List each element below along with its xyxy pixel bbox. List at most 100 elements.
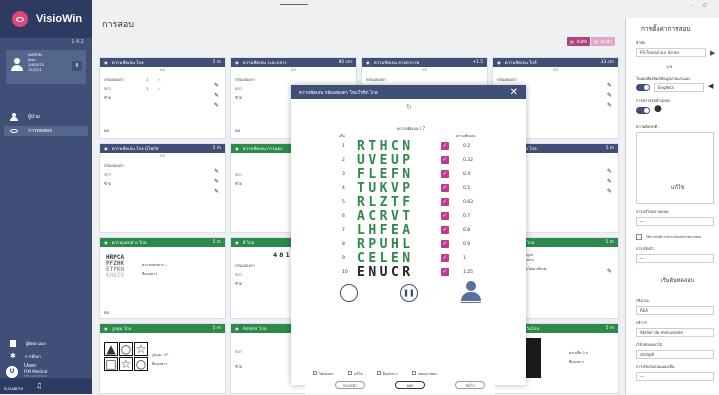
speaker-icon[interactable]: ◀ <box>708 82 713 90</box>
sidebar: VisioWin 1.4.2 MARTIN Jean 2/6/2022 12/2… <box>0 0 92 394</box>
anomaly-textarea[interactable] <box>636 132 714 204</box>
test-card[interactable]: ◉ ความแตกต่าง ไกล 5 m HRPCA PFZHK ETPKN KH… <box>99 237 226 319</box>
edit-icon[interactable]: ✎ <box>607 92 612 99</box>
star-icon: ☆ <box>119 357 133 371</box>
nav-label: การตั้งค่า <box>24 353 42 359</box>
eye-icon: ◉ <box>104 147 108 152</box>
edit-icon[interactable]: ✎ <box>214 92 219 99</box>
edit-icon[interactable]: ✎ <box>607 168 612 175</box>
quantity-select[interactable]: REA <box>636 306 714 315</box>
nav-item-patient[interactable]: ผู้ป่วย <box>10 112 40 122</box>
patient-card[interactable]: MARTIN Jean 2/6/2022 12/2/21 8 <box>6 50 86 84</box>
eye-pair: oo <box>160 67 165 72</box>
cancel-button[interactable]: ▥ ยกเลิก <box>591 37 615 46</box>
app-name: VisioWin <box>36 13 83 25</box>
eye-pair-icon[interactable]: oo <box>104 128 109 133</box>
checkbox-checked-icon: ✓ <box>441 268 449 276</box>
edit-icon[interactable]: ✎ <box>214 102 219 109</box>
eye-pair-icon[interactable]: oo <box>235 128 240 133</box>
divider <box>280 4 308 5</box>
circle-icon: ○ <box>134 357 148 371</box>
nav-item-settings[interactable]: ✱ การตั้งค่า <box>10 352 41 360</box>
language-toggle[interactable] <box>636 84 650 91</box>
edit-icon[interactable]: ✎ <box>607 82 612 89</box>
gear-icon: ✱ <box>10 352 16 360</box>
checkbox-checked-icon: ✓ <box>441 254 449 262</box>
eye-pair-icon[interactable]: oo <box>104 310 109 315</box>
edit-icon[interactable]: ✎ <box>607 268 612 275</box>
save-button[interactable]: ▤ บันทึก <box>567 37 591 46</box>
edit-icon[interactable]: ✎ <box>607 188 612 195</box>
eye-icon: ◉ <box>235 147 239 152</box>
user-info[interactable]: U User FIM Medical FIM CONTRÔLE <box>6 363 48 379</box>
edit-icon[interactable]: ✎ <box>214 178 219 185</box>
contrast-chart: HRPCA PFZHK ETPKN KHDZN <box>106 254 125 279</box>
play-icon[interactable]: ▶ <box>710 49 715 57</box>
nav-item-tests[interactable]: การทดสอบ <box>4 126 88 136</box>
eye-icon: ◉ <box>235 327 239 332</box>
star-icon: ☆ <box>134 342 148 356</box>
checkbox[interactable] <box>636 234 642 240</box>
test-card[interactable]: ◉ ความชัดเจน ไกล มีโฟกัส 5 m oo กล้องสองตา… <box>99 143 226 233</box>
checkbox-checked-icon: ✓ <box>441 156 449 164</box>
dialog-title: ความชัดเจน กล้องสองตา โหมโรทิก ไกล <box>299 90 378 96</box>
language-select[interactable]: Englesa <box>654 83 704 92</box>
workshop-select[interactable]: นักบัญชี <box>636 350 714 359</box>
settings-panel: การตั้งค่าการสอบ ลำดับ F6-Travail sur éc… <box>625 18 719 394</box>
edit-icon[interactable]: ✎ <box>214 168 219 175</box>
square-icon: □ <box>104 357 118 371</box>
detection-toggle[interactable] <box>636 107 650 114</box>
previous-button[interactable]: ก่อนหน้า <box>335 381 365 389</box>
chart-line[interactable]: 5 RLZTF ✓ 0.63 <box>291 195 526 210</box>
nav-item-followup[interactable]: ผู้ติดตามผล <box>10 340 46 347</box>
eye-icon: ◉ <box>104 327 108 332</box>
chart-line[interactable]: 10 ENUCR ✓ 1.25 <box>291 265 526 280</box>
patient-line: 12/2/21 <box>28 68 42 72</box>
chart-line[interactable]: 4 TUKVP ✓ 0.5 <box>291 181 526 196</box>
pause-button[interactable]: ❚❚ <box>400 284 418 302</box>
save-icon: ▤ <box>570 39 574 44</box>
test-card[interactable]: ◉ รูปมุม ไกล 5 m ▲ ○ ☆ □ ☆ ○ รูปมุม : 0° ส… <box>99 323 226 394</box>
service-select[interactable]: Atelier de menuiserie <box>636 328 714 337</box>
exit-button[interactable]: ออก <box>395 381 425 389</box>
chart-line[interactable]: 8 RPUHL ✓ 0.9 <box>291 237 526 252</box>
program-select[interactable]: F6-Travail sur écran <box>636 48 706 57</box>
patient-badge[interactable]: 8 <box>72 61 82 71</box>
chart-line[interactable]: 2 UVEUP ✓ 0.32 <box>291 153 526 168</box>
checkbox-checked-icon: ✓ <box>441 170 449 178</box>
app-version: 1.4.2 <box>71 39 84 45</box>
checkbox-checked-icon: ✓ <box>441 184 449 192</box>
eye-icon: ◉ <box>366 61 370 66</box>
person-settings-icon: ● <box>654 104 662 114</box>
nav-label: ผู้ติดตามผล <box>26 341 46 346</box>
test-controls-bar: ไฟส่องตา แก้ไข สีแดงขาว แสดงภาพลง ก่อนหน… <box>305 367 495 394</box>
panel-title: การตั้งค่าการสอบ <box>641 25 691 33</box>
test-card[interactable]: ◉ ความชัดเจน ไกล 5 m oo กล้องสองตา 1 ✓ ขวา 1 ✓… <box>99 57 226 139</box>
patient-view-button[interactable] <box>461 281 481 303</box>
refresh-icon[interactable]: ↻ <box>406 103 412 111</box>
eye-icon: ◉ <box>235 241 239 246</box>
checkbox-checked-icon: ✓ <box>441 198 449 206</box>
window-close-icon[interactable]: σ <box>703 2 707 9</box>
eye-icon: ◉ <box>104 241 108 246</box>
next-button[interactable]: ถัดไป <box>455 381 485 389</box>
chart-line[interactable]: 7 LHFEA ✓ 0.8 <box>291 223 526 238</box>
close-icon[interactable]: ✕ <box>510 87 518 98</box>
shape-grid: ▲ ○ ☆ □ ☆ ○ <box>104 342 148 371</box>
chart-line[interactable]: 6 ACRVT ✓ 0.7 <box>291 209 526 224</box>
chart-line[interactable]: 3 FLEFN ✓ 0.4 <box>291 167 526 182</box>
chart-line[interactable]: 1 RTHCN ✓ 0.2 <box>291 139 526 154</box>
chart-line[interactable]: 9 CELEN ✓ 1 <box>291 251 526 266</box>
edit-icon[interactable]: ✎ <box>607 178 612 185</box>
edit-icon[interactable]: ✎ <box>607 102 612 109</box>
visiowin-logo-icon <box>12 11 28 27</box>
edit-icon[interactable]: ✎ <box>214 188 219 195</box>
record-button[interactable] <box>340 284 358 302</box>
minimize-icon[interactable]: – <box>690 2 693 9</box>
eye-icon: ◉ <box>235 61 239 66</box>
dialog-subtitle: ความชัดเจน / 7 <box>397 126 425 131</box>
headphones-icon[interactable]: ♫ <box>36 382 42 390</box>
check-icon: ✓ <box>158 77 162 82</box>
checkbox-checked-icon: ✓ <box>441 142 449 150</box>
edit-icon[interactable]: ✎ <box>214 82 219 89</box>
